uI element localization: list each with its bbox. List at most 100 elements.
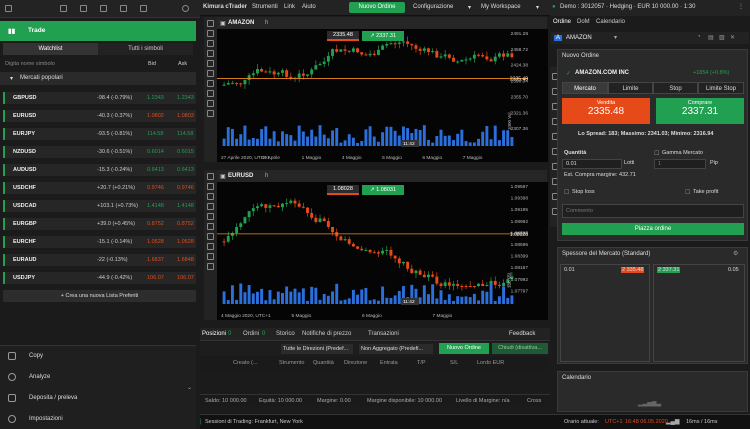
list-item[interactable]: NZDUSD -30.6 (-0.51%) 0.6014 0.6015 (3, 146, 196, 158)
sell-button[interactable]: Vendita 2335.48 (562, 98, 650, 124)
shape-icon[interactable] (207, 233, 214, 240)
direction-filter[interactable]: Tutte le Direzioni (Predef... (281, 344, 353, 354)
indicator-icon[interactable] (207, 100, 214, 107)
list-item[interactable]: USDCHF +20.7 (+0.21%) 0.9746 0.9746 (3, 182, 196, 194)
list-item[interactable]: EURUSD -40.3 (-0.37%) 1.0802 1.0803 (3, 110, 196, 122)
gamma-input[interactable]: 1 (654, 159, 706, 169)
gear-icon[interactable] (182, 5, 189, 12)
user-icon[interactable] (100, 5, 107, 12)
tab-all-symbols[interactable]: Tutti i simboli (98, 43, 193, 55)
row-ask[interactable]: 1.4148 (177, 203, 194, 209)
text-icon[interactable] (207, 70, 214, 77)
chevron-down-icon[interactable]: ▾ (536, 4, 539, 11)
workspace-menu[interactable]: My Workspace (481, 4, 521, 10)
checkbox-icon[interactable]: ☐ (685, 189, 690, 196)
depth-buy-price[interactable]: 2 337.31 (657, 267, 681, 273)
menu-deposit[interactable]: Deposita / preleva (29, 395, 77, 401)
column-header[interactable]: Quantità (313, 360, 334, 366)
row-ask[interactable]: 1.2343 (177, 95, 194, 101)
menu-copy[interactable]: Copy (29, 353, 43, 359)
timeframe-selector[interactable]: h (265, 20, 268, 26)
tab-price-alerts[interactable]: Notifiche di prezzo (302, 331, 351, 337)
tab-orders[interactable]: Ordini (243, 331, 259, 337)
chevron-down-icon[interactable]: ▾ (468, 4, 471, 11)
row-ask[interactable]: 1.6848 (177, 257, 194, 263)
tab-watchlist[interactable]: Watchlist (3, 43, 98, 55)
row-ask[interactable]: 106.07 (177, 275, 194, 281)
bell-icon[interactable]: ◔ (697, 34, 701, 40)
column-header[interactable]: Creato (... (233, 360, 257, 366)
list-item[interactable]: GBPUSD -98.4 (-0.79%) 1.2343 1.2343 (3, 92, 196, 104)
menu-icon[interactable] (60, 5, 67, 12)
timeframe-selector[interactable]: h (265, 173, 268, 179)
close-all-button[interactable]: Chiudi (disattiva... (492, 343, 548, 354)
menu-aiuto[interactable]: Aiuto (302, 4, 316, 10)
chart2-plot[interactable]: 1.08028 1.09587 1.09398 1.09195 1.08992 1.087… (217, 182, 529, 320)
settings-icon[interactable]: ⚙ (733, 250, 738, 257)
zoom-out-icon[interactable] (207, 30, 214, 37)
row-ask[interactable]: 0.8752 (177, 221, 194, 227)
row-bid[interactable]: 1.0528 (147, 239, 164, 245)
cursor-icon[interactable] (207, 193, 214, 200)
config-menu[interactable]: Configurazione (413, 4, 453, 10)
column-header[interactable]: T/P (417, 360, 426, 366)
buy-button[interactable]: Comprare 2337.31 (656, 98, 744, 124)
row-bid[interactable]: 0.8752 (147, 221, 164, 227)
menu-link[interactable]: Link (284, 4, 295, 10)
row-bid[interactable]: 0.9746 (147, 185, 164, 191)
chart2-symbol[interactable]: EURUSD (228, 173, 253, 179)
tab-calendar[interactable]: Calendario (596, 19, 625, 25)
fib-icon[interactable] (207, 243, 214, 250)
tab-positions[interactable]: Posizioni (202, 331, 226, 337)
trade-header[interactable]: ▮▮ Trade (0, 21, 196, 41)
column-header[interactable]: S/L (450, 360, 458, 366)
indicator-icon[interactable] (207, 253, 214, 260)
column-header[interactable]: Entrata (380, 360, 398, 366)
positions-new-order-button[interactable]: Nuovo Ordine (439, 343, 489, 354)
tab-transactions[interactable]: Transazioni (368, 331, 399, 337)
lock-icon[interactable] (207, 110, 214, 117)
list-item[interactable]: AUDUSD -15.3 (-0.24%) 0.6413 0.6413 (3, 164, 196, 176)
fib-icon[interactable] (207, 90, 214, 97)
row-ask[interactable]: 0.9746 (177, 185, 194, 191)
chart1-sell-button[interactable]: 2335.48 (327, 31, 359, 41)
menu-strumenti[interactable]: Strumenti (252, 4, 278, 10)
comment-input[interactable]: Commento (562, 204, 744, 218)
list-item[interactable]: EURJPY -93.5 (-0.81%) 114.58 114.58 (3, 128, 196, 140)
menu-dots-icon[interactable]: ⋮ (738, 3, 744, 10)
crosshair-icon[interactable] (207, 203, 214, 210)
tab-history[interactable]: Storico (276, 331, 295, 337)
chevron-down-icon[interactable]: ▾ (614, 34, 617, 41)
row-ask[interactable]: 0.6413 (177, 167, 194, 173)
column-header[interactable]: Direzione (344, 360, 367, 366)
menu-analyze[interactable]: Analyze (29, 374, 50, 380)
zoom-out-icon[interactable] (207, 183, 214, 190)
chart2-sell-button[interactable]: 1.08028 (327, 185, 359, 195)
chart1-symbol[interactable]: AMAZON (228, 20, 254, 26)
row-ask[interactable]: 114.58 (177, 131, 193, 137)
column-header[interactable]: Strumento (279, 360, 304, 366)
line-icon[interactable] (207, 213, 214, 220)
zoom-icon[interactable] (207, 20, 214, 27)
list-item[interactable]: USDCAD +103.1 (+0.73%) 1.4148 1.4148 (3, 200, 196, 212)
list-item[interactable]: EURCHF -15.1 (-0.14%) 1.0528 1.0528 (3, 236, 196, 248)
order-symbol[interactable]: AMAZON (566, 35, 592, 41)
tab-dom[interactable]: DoM (577, 19, 590, 25)
depth-sell-price[interactable]: 2 335.48 (621, 267, 645, 273)
row-bid[interactable]: 0.6413 (147, 167, 164, 173)
zoom-icon[interactable] (207, 173, 214, 180)
quantity-input[interactable]: 0.01 (562, 159, 622, 169)
chevron-down-icon[interactable]: ⌄ (187, 384, 192, 391)
line-icon[interactable] (207, 60, 214, 67)
tab-stop-limit[interactable]: Limite Stop (698, 82, 744, 94)
row-bid[interactable]: 1.6837 (147, 257, 164, 263)
menu-settings[interactable]: Impostazioni (29, 416, 63, 422)
chart1-plot[interactable]: 2335.48 2491.28 2458.72 2424.38 2390.04 2355.… (217, 29, 529, 162)
search-input[interactable]: Digita nome simbolo (5, 61, 55, 67)
checkbox-icon[interactable]: ☐ (654, 150, 659, 157)
copy-icon[interactable] (80, 5, 87, 12)
tab-stop[interactable]: Stop (653, 82, 698, 94)
row-ask[interactable]: 0.6015 (177, 149, 194, 155)
column-header[interactable]: Lordo EUR (477, 360, 504, 366)
aggregation-filter[interactable]: Non Aggregato (Predefi... (359, 344, 433, 354)
